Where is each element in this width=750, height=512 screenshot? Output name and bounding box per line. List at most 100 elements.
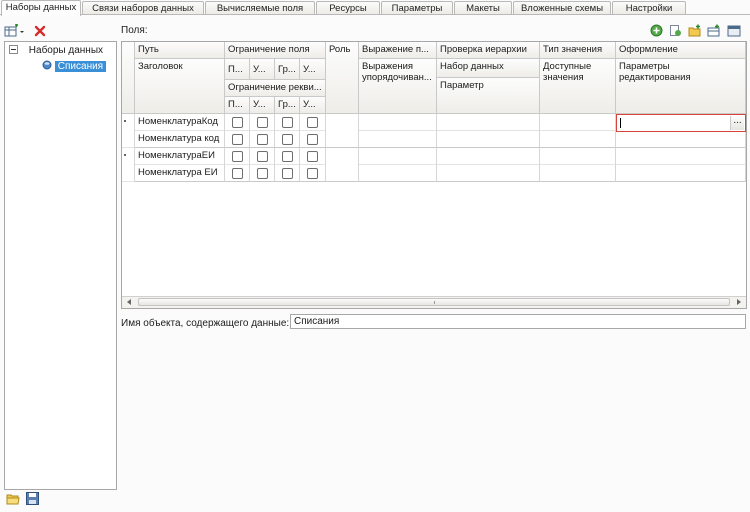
checkbox[interactable] [282,134,293,145]
col-header-available-values[interactable]: Доступные значения [540,59,616,114]
cell-parameter[interactable] [437,131,540,148]
tab-divider [0,14,750,15]
tree-root[interactable]: Наборы данных [9,44,103,58]
tree-root-label: Наборы данных [28,45,104,56]
row-marker-header [122,42,135,114]
checkbox[interactable] [257,117,268,128]
collapse-icon[interactable] [9,45,18,54]
col-header-fr-4[interactable]: У... [300,59,326,80]
tab-nested-schemas[interactable]: Вложенные схемы [513,1,611,15]
col-header-fr-3[interactable]: Гр... [275,59,300,80]
scroll-grip [434,301,435,304]
col-header-field-restriction[interactable]: Ограничение поля [225,42,326,59]
col-header-fr-2[interactable]: У... [250,59,275,80]
horizontal-scrollbar[interactable] [122,296,746,308]
tab-templates[interactable]: Макеты [454,1,512,15]
add-circle-icon[interactable] [650,24,663,37]
fields-grid[interactable]: Путь Ограничение поля Роль Выражение п..… [121,41,747,309]
tab-parameters[interactable]: Параметры [381,1,453,15]
scroll-thumb[interactable] [138,298,730,306]
col-header-dataset[interactable]: Набор данных [437,59,540,78]
open-folder-icon[interactable] [6,492,20,505]
delete-dataset-button[interactable] [32,23,48,39]
cell-expression-order[interactable] [359,131,437,148]
cell-path[interactable]: НоменклатураКод [135,114,225,131]
checkbox[interactable] [232,117,243,128]
col-header-hierarchy-check[interactable]: Проверка иерархии [437,42,540,59]
checkbox[interactable] [307,117,318,128]
checkbox[interactable] [282,117,293,128]
cell-dataset[interactable] [437,148,540,165]
add-dataset-dropdown-icon [4,24,24,37]
col-header-expression-order[interactable]: Выражения упорядочиван... [359,59,437,114]
add-folder-icon[interactable] [688,24,702,37]
tab-dataset-links[interactable]: Связи наборов данных [82,1,204,15]
select-button[interactable]: ... [730,116,744,130]
tab-calculated-fields[interactable]: Вычисляемые поля [205,1,315,15]
checkbox[interactable] [232,168,243,179]
cell-available-values[interactable] [540,165,616,182]
settings-icon[interactable] [727,24,741,37]
col-header-ar-4[interactable]: У... [300,97,326,114]
add-field-icon[interactable] [669,24,682,37]
tree-item-dataset-label: Списания [54,61,107,72]
cell-path[interactable]: НоменклатураЕИ [135,148,225,165]
col-header-value-type[interactable]: Тип значения [540,42,616,59]
checkbox[interactable] [232,134,243,145]
col-header-expression[interactable]: Выражение п... [359,42,437,59]
scroll-right-icon[interactable] [735,298,743,306]
col-header-edit-params[interactable]: Параметры редактирования [616,59,746,114]
cell-edit-params[interactable] [616,131,746,148]
col-header-parameter[interactable]: Параметр [437,78,540,114]
cell-value-type[interactable] [540,148,616,165]
row-indicator [124,154,126,156]
col-header-attr-restriction[interactable]: Ограничение рекви... [225,80,326,97]
cell-expression-order[interactable] [359,165,437,182]
col-header-path[interactable]: Путь [135,42,225,59]
col-header-ar-2[interactable]: У... [250,97,275,114]
col-header-fr-1[interactable]: П... [225,59,250,80]
col-header-title[interactable]: Заголовок [135,59,225,114]
checkbox[interactable] [232,151,243,162]
cell-available-values[interactable] [540,131,616,148]
checkbox[interactable] [257,168,268,179]
checkbox[interactable] [282,168,293,179]
checkbox[interactable] [307,151,318,162]
save-icon[interactable] [26,492,39,505]
cell-title[interactable]: Номенклатура код [135,131,225,148]
tab-resources[interactable]: Ресурсы [316,1,380,15]
checkbox[interactable] [257,151,268,162]
cell-fr-3 [275,148,300,165]
cell-value-type[interactable] [540,114,616,131]
checkbox[interactable] [282,151,293,162]
appearance-edit-field[interactable]: ... [616,114,746,132]
col-header-ar-1[interactable]: П... [225,97,250,114]
datasets-tree[interactable]: Наборы данных Списания [4,41,117,490]
object-name-field[interactable]: Списания [290,314,746,329]
col-header-role[interactable]: Роль [326,42,359,114]
cell-ar-3 [275,165,300,182]
add-dataset-button[interactable] [4,23,26,39]
cell-edit-params[interactable] [616,165,746,182]
cell-parameter[interactable] [437,165,540,182]
checkbox[interactable] [307,168,318,179]
col-header-ar-3[interactable]: Гр... [275,97,300,114]
cell-expression[interactable] [359,114,437,131]
tab-settings[interactable]: Настройки [612,1,686,15]
tree-item-dataset[interactable]: Списания [42,60,107,74]
checkbox[interactable] [307,134,318,145]
checkbox[interactable] [257,134,268,145]
col-header-appearance[interactable]: Оформление [616,42,746,59]
tab-datasets[interactable]: Наборы данных [1,0,81,16]
scroll-left-icon[interactable] [125,298,133,306]
add-row-icon[interactable] [707,24,721,37]
cell-ar-1 [225,131,250,148]
cell-appearance[interactable] [616,148,746,165]
delete-icon [34,25,46,37]
cell-role[interactable] [326,148,359,182]
cell-title[interactable]: Номенклатура ЕИ [135,165,225,182]
cell-expression[interactable] [359,148,437,165]
cell-dataset[interactable] [437,114,540,131]
cell-role[interactable] [326,114,359,148]
cell-fr-4 [300,148,326,165]
